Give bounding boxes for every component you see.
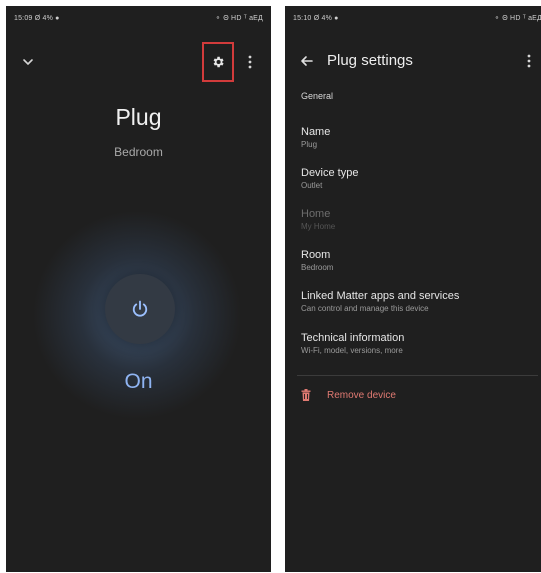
more-options-button[interactable] bbox=[240, 50, 260, 74]
remove-device-button[interactable]: Remove device bbox=[301, 389, 396, 401]
power-state-label: On bbox=[124, 370, 153, 393]
setting-title: Room bbox=[301, 249, 331, 261]
collapse-button[interactable] bbox=[16, 50, 40, 74]
setting-subtitle: Plug bbox=[301, 140, 318, 149]
device-room: Bedroom bbox=[114, 145, 163, 159]
page-title: Plug settings bbox=[327, 52, 413, 69]
power-toggle-button[interactable] bbox=[105, 274, 175, 344]
status-time: 15:09 Ø 4% ● bbox=[14, 14, 60, 22]
setting-technical-info[interactable]: Technical information Wi-Fi, model, vers… bbox=[301, 332, 540, 356]
status-time: 15:10 Ø 4% ● bbox=[293, 14, 339, 22]
status-bar: 15:10 Ø 4% ● ⚬ Θ HD ᵀ аЕД bbox=[285, 6, 541, 30]
remove-device-label: Remove device bbox=[327, 389, 396, 401]
power-icon bbox=[132, 300, 148, 317]
setting-name[interactable]: Name Plug bbox=[301, 126, 540, 150]
back-button[interactable] bbox=[295, 49, 319, 73]
plug-settings-screen: 15:10 Ø 4% ● ⚬ Θ HD ᵀ аЕД Plug settings … bbox=[285, 6, 541, 572]
chevron-down-icon bbox=[23, 59, 33, 66]
setting-home: Home My Home bbox=[301, 208, 540, 232]
setting-subtitle: Can control and manage this device bbox=[301, 304, 429, 313]
setting-title: Name bbox=[301, 126, 331, 138]
setting-subtitle: My Home bbox=[301, 222, 336, 231]
arrow-back-icon bbox=[301, 56, 313, 66]
status-icons: ⚬ Θ HD ᵀ аЕД bbox=[494, 15, 541, 22]
setting-device-type[interactable]: Device type Outlet bbox=[301, 167, 540, 191]
divider bbox=[297, 375, 538, 376]
setting-subtitle: Bedroom bbox=[301, 263, 334, 272]
setting-title: Technical information bbox=[301, 332, 405, 344]
more-vert-icon bbox=[248, 55, 252, 69]
setting-title: Device type bbox=[301, 167, 359, 179]
setting-title: Linked Matter apps and services bbox=[301, 290, 460, 302]
setting-linked-matter[interactable]: Linked Matter apps and services Can cont… bbox=[301, 290, 540, 314]
device-name: Plug bbox=[115, 104, 162, 130]
setting-title: Home bbox=[301, 208, 331, 220]
more-options-button[interactable] bbox=[519, 49, 539, 73]
more-vert-icon bbox=[527, 54, 531, 68]
section-header-general: General bbox=[301, 91, 334, 101]
setting-subtitle: Wi-Fi, model, versions, more bbox=[301, 346, 403, 355]
gear-icon bbox=[213, 56, 224, 68]
setting-room[interactable]: Room Bedroom bbox=[301, 249, 540, 273]
status-bar: 15:09 Ø 4% ● ⚬ Θ HD ᵀ аЕД bbox=[6, 6, 271, 30]
trash-icon bbox=[301, 389, 311, 401]
setting-subtitle: Outlet bbox=[301, 181, 323, 190]
status-icons: ⚬ Θ HD ᵀ аЕД bbox=[215, 15, 263, 22]
device-control-screen: 15:09 Ø 4% ● ⚬ Θ HD ᵀ аЕД Plug Bedroom O… bbox=[6, 6, 271, 572]
settings-button[interactable] bbox=[202, 42, 234, 82]
